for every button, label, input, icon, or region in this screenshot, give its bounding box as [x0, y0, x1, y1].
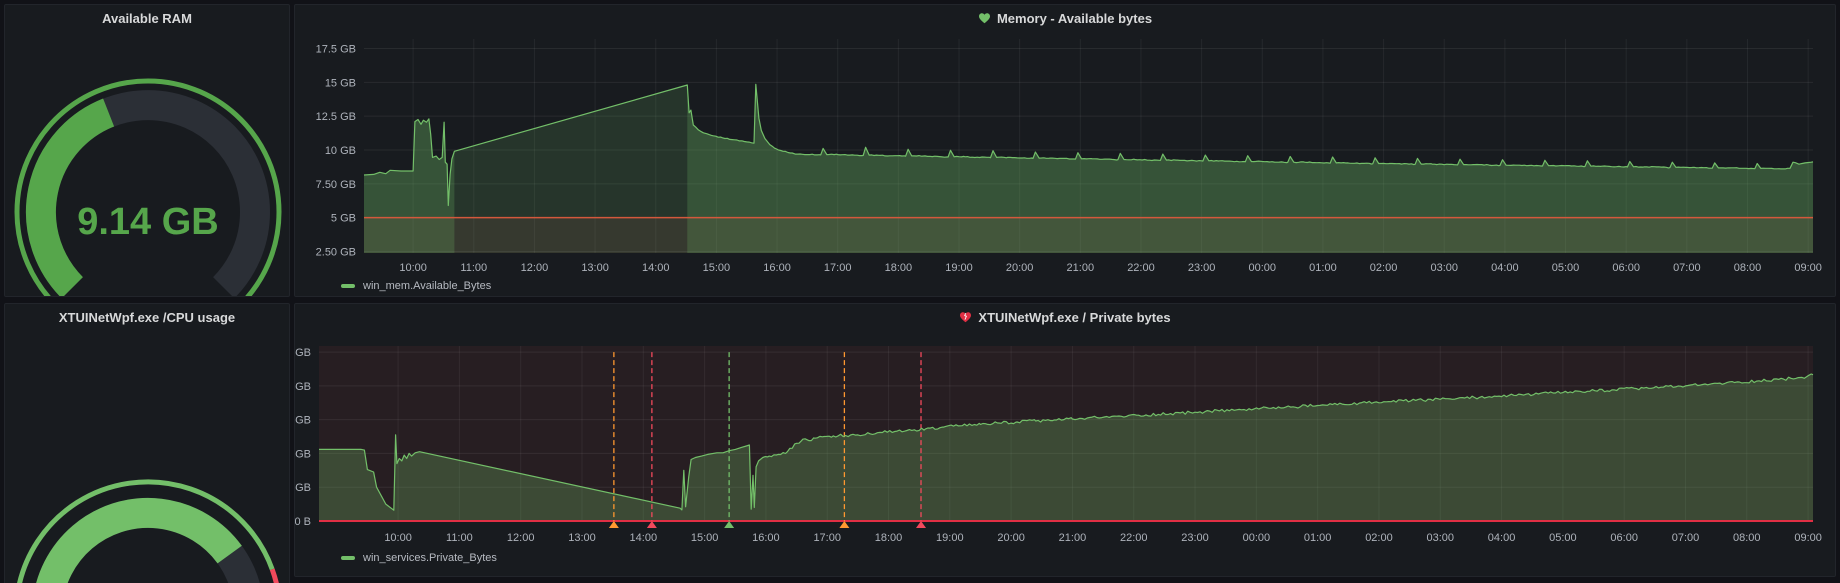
cpu-gauge [5, 330, 290, 583]
svg-text:0 B: 0 B [295, 516, 311, 528]
svg-text:21:00: 21:00 [1059, 532, 1087, 544]
svg-text:03:00: 03:00 [1427, 532, 1455, 544]
svg-text:22:00: 22:00 [1120, 532, 1148, 544]
svg-text:08:00: 08:00 [1734, 262, 1762, 274]
svg-text:23:00: 23:00 [1188, 262, 1216, 274]
svg-text:17.5 GB: 17.5 GB [316, 43, 356, 55]
panel-title-text: XTUINetWpf.exe /CPU usage [59, 310, 235, 325]
panel-title-available-ram[interactable]: Available RAM [5, 5, 289, 31]
alert-ok-heart-icon [978, 12, 991, 24]
panel-title-cpu-usage[interactable]: XTUINetWpf.exe /CPU usage [5, 304, 289, 330]
panel-title-private-bytes[interactable]: XTUINetWpf.exe / Private bytes [295, 304, 1835, 330]
svg-text:06:00: 06:00 [1610, 532, 1638, 544]
legend-series-label: win_mem.Available_Bytes [363, 280, 491, 292]
svg-text:01:00: 01:00 [1304, 532, 1332, 544]
svg-text:22:00: 22:00 [1127, 262, 1155, 274]
svg-text:11:00: 11:00 [460, 262, 487, 274]
svg-text:15:00: 15:00 [691, 532, 719, 544]
svg-text:13:00: 13:00 [568, 532, 596, 544]
panel-cpu-usage: XTUINetWpf.exe /CPU usage [4, 303, 290, 583]
svg-text:18:00: 18:00 [875, 532, 903, 544]
svg-text:12:00: 12:00 [521, 262, 549, 274]
svg-text:07:00: 07:00 [1673, 262, 1701, 274]
legend-item-available-bytes[interactable]: win_mem.Available_Bytes [295, 276, 1835, 296]
svg-text:4 GB: 4 GB [295, 381, 311, 393]
svg-text:02:00: 02:00 [1365, 532, 1393, 544]
panel-title-text: XTUINetWpf.exe / Private bytes [978, 310, 1170, 325]
legend-series-swatch [341, 284, 355, 288]
svg-text:05:00: 05:00 [1549, 532, 1577, 544]
svg-text:09:00: 09:00 [1794, 532, 1822, 544]
svg-text:19:00: 19:00 [945, 262, 973, 274]
legend-series-swatch [341, 556, 355, 560]
svg-text:14:00: 14:00 [642, 262, 670, 274]
svg-text:10 GB: 10 GB [325, 145, 356, 157]
svg-text:07:00: 07:00 [1672, 532, 1700, 544]
svg-text:13:00: 13:00 [581, 262, 609, 274]
svg-text:05:00: 05:00 [1552, 262, 1580, 274]
svg-text:02:00: 02:00 [1370, 262, 1398, 274]
svg-text:14:00: 14:00 [630, 532, 658, 544]
panel-private-bytes: XTUINetWpf.exe / Private bytes 0 B 1 GB 2 … [294, 303, 1836, 577]
svg-text:17:00: 17:00 [824, 262, 852, 274]
grafana-dashboard: Available RAM 9.14 GB Memory - Available… [0, 0, 1840, 583]
panel-available-ram: Available RAM 9.14 GB [4, 4, 290, 297]
panel-title-text: Available RAM [102, 11, 192, 26]
svg-text:08:00: 08:00 [1733, 532, 1761, 544]
private-bytes-chart-canvas[interactable]: 0 B 1 GB 2 GB 3 GB 4 GB 5 GB 10:00 11:00 12:00 13… [295, 330, 1836, 548]
svg-text:01:00: 01:00 [1309, 262, 1337, 274]
svg-text:12:00: 12:00 [507, 532, 535, 544]
svg-text:5 GB: 5 GB [295, 347, 311, 359]
svg-text:00:00: 00:00 [1243, 532, 1271, 544]
memory-chart-canvas[interactable]: 2.50 GB 5 GB 7.50 GB 10 GB 12.5 GB 15 GB 17.5 … [295, 31, 1836, 276]
svg-text:16:00: 16:00 [752, 532, 780, 544]
legend-series-label: win_services.Private_Bytes [363, 552, 497, 564]
panel-title-text: Memory - Available bytes [997, 11, 1152, 26]
svg-text:00:00: 00:00 [1249, 262, 1277, 274]
legend-item-private-bytes[interactable]: win_services.Private_Bytes [295, 548, 1835, 568]
panel-title-memory[interactable]: Memory - Available bytes [295, 5, 1835, 31]
svg-text:19:00: 19:00 [936, 532, 964, 544]
svg-text:03:00: 03:00 [1430, 262, 1458, 274]
svg-text:11:00: 11:00 [446, 532, 473, 544]
svg-text:2 GB: 2 GB [295, 448, 311, 460]
svg-text:12.5 GB: 12.5 GB [316, 111, 356, 123]
svg-text:5 GB: 5 GB [331, 213, 356, 225]
ram-gauge: 9.14 GB [5, 31, 290, 297]
svg-text:10:00: 10:00 [399, 262, 427, 274]
svg-text:09:00: 09:00 [1794, 262, 1822, 274]
svg-text:10:00: 10:00 [384, 532, 412, 544]
svg-text:2.50 GB: 2.50 GB [316, 247, 356, 259]
svg-text:04:00: 04:00 [1491, 262, 1519, 274]
panel-memory-available-bytes: Memory - Available bytes 2.50 GB 5 GB 7.50… [294, 4, 1836, 297]
svg-text:17:00: 17:00 [813, 532, 841, 544]
svg-text:23:00: 23:00 [1181, 532, 1209, 544]
alert-broken-heart-icon [959, 311, 972, 323]
svg-text:1 GB: 1 GB [295, 482, 311, 494]
svg-text:7.50 GB: 7.50 GB [316, 179, 356, 191]
svg-text:15:00: 15:00 [703, 262, 731, 274]
svg-text:20:00: 20:00 [1006, 262, 1034, 274]
svg-text:9.14 GB: 9.14 GB [77, 201, 219, 243]
svg-text:3 GB: 3 GB [295, 415, 311, 427]
svg-text:20:00: 20:00 [997, 532, 1025, 544]
svg-text:15 GB: 15 GB [325, 77, 356, 89]
svg-text:18:00: 18:00 [885, 262, 913, 274]
svg-text:16:00: 16:00 [763, 262, 791, 274]
svg-text:06:00: 06:00 [1612, 262, 1640, 274]
svg-text:04:00: 04:00 [1488, 532, 1516, 544]
svg-text:21:00: 21:00 [1067, 262, 1095, 274]
